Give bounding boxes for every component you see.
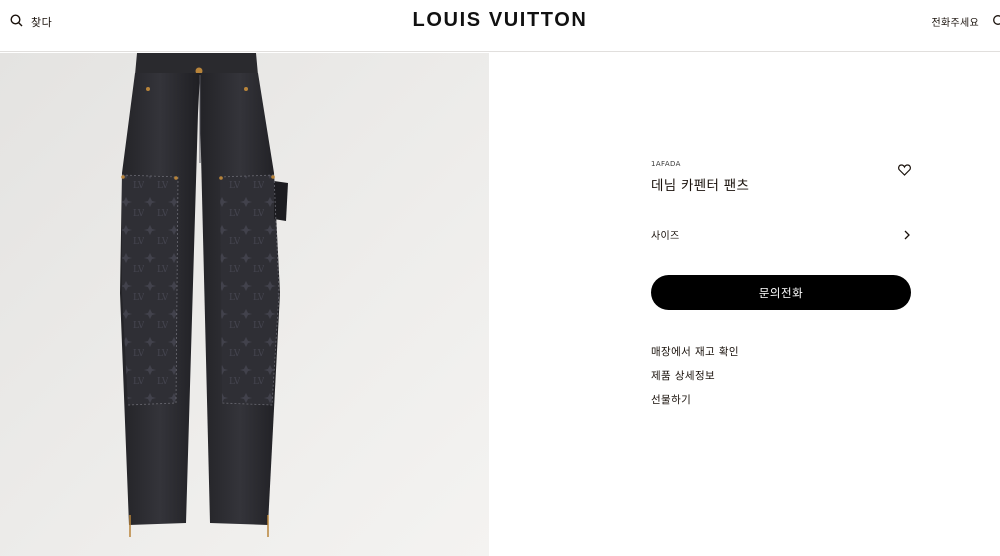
size-selector[interactable]: 사이즈 — [651, 226, 911, 242]
product-image[interactable]: LV — [0, 53, 489, 556]
product-name: 데님 카펜터 팬츠 — [651, 178, 750, 194]
call-us-link[interactable]: 전화주세요 — [932, 14, 980, 29]
brand-logo[interactable]: LOUIS VUITTON — [0, 9, 1000, 32]
check-store-stock-link[interactable]: 매장에서 재고 확인 — [651, 346, 739, 370]
contact-call-button[interactable]: 문의전화 — [651, 275, 911, 310]
site-header: 찾다 LOUIS VUITTON 전화주세요 — [0, 0, 1000, 52]
heart-icon[interactable] — [898, 161, 911, 180]
product-links: 매장에서 재고 확인 제품 상세정보 선물하기 — [651, 346, 739, 418]
chat-icon[interactable] — [992, 13, 1000, 32]
product-sku: 1AFADA — [651, 160, 681, 168]
gift-link[interactable]: 선물하기 — [651, 394, 739, 418]
product-details-link[interactable]: 제품 상세정보 — [651, 370, 739, 394]
size-label: 사이즈 — [651, 230, 680, 242]
chevron-right-icon — [903, 225, 911, 244]
product-info: 1AFADA 데님 카펜터 팬츠 사이즈 문의전화 매장에서 재고 확인 제품 … — [651, 160, 911, 406]
